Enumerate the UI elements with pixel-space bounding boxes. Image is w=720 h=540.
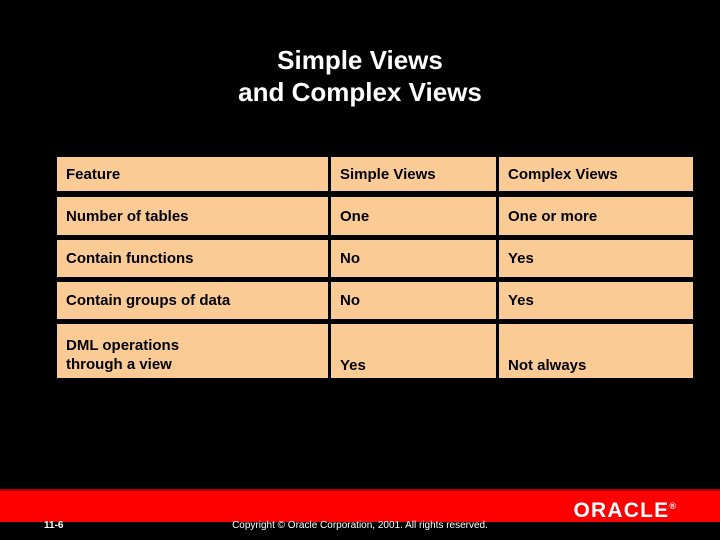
- table-row: Number of tables One One or more: [57, 197, 693, 240]
- slide-canvas: Simple Views and Complex Views Feature S…: [0, 0, 720, 540]
- table-cell-complex: Yes: [499, 240, 693, 282]
- table-cell-simple: No: [331, 282, 499, 324]
- simple-vs-complex-views-table: Feature Simple Views Complex Views Numbe…: [57, 157, 693, 378]
- table-header-complex-views: Complex Views: [499, 157, 693, 197]
- table-header-row: Feature Simple Views Complex Views: [57, 157, 693, 197]
- slide-title-line-1: Simple Views: [277, 45, 443, 75]
- table-cell-simple: No: [331, 240, 499, 282]
- table-cell-feature: Contain functions: [57, 240, 331, 282]
- table-cell-feature: Number of tables: [57, 197, 331, 240]
- slide-title-line-2: and Complex Views: [238, 77, 482, 107]
- table-header-feature: Feature: [57, 157, 331, 197]
- table-row: Contain functions No Yes: [57, 240, 693, 282]
- table-cell-simple: Yes: [331, 324, 499, 378]
- slide-title: Simple Views and Complex Views: [0, 44, 720, 108]
- table-cell-feature: DML operations through a view: [57, 324, 331, 378]
- table-row: DML operations through a view Yes Not al…: [57, 324, 693, 378]
- copyright-notice: Copyright © Oracle Corporation, 2001. Al…: [232, 520, 488, 531]
- table-header-simple-views: Simple Views: [331, 157, 499, 197]
- table-cell-complex: One or more: [499, 197, 693, 240]
- table-cell-complex: Yes: [499, 282, 693, 324]
- table-cell-simple: One: [331, 197, 499, 240]
- table-cell-complex: Not always: [499, 324, 693, 378]
- table-row: Contain groups of data No Yes: [57, 282, 693, 324]
- table-cell-feature: Contain groups of data: [57, 282, 331, 324]
- footer-bar: ORACLE®: [0, 489, 720, 522]
- registered-trademark-icon: ®: [669, 501, 676, 511]
